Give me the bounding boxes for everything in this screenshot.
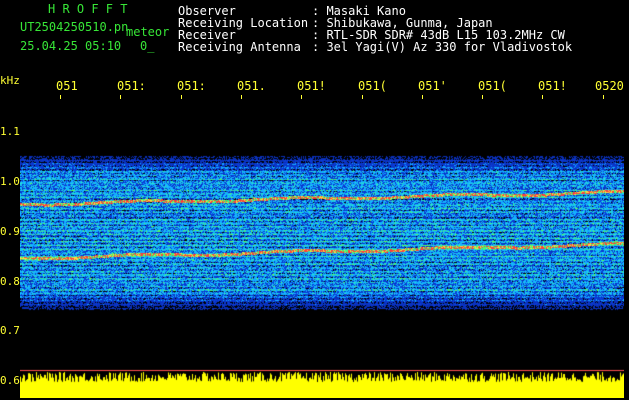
antenna-label: Receiving Antenna <box>178 40 301 54</box>
y-axis-unit: kHz <box>0 74 20 87</box>
filename-text: UT2504250510.pn <box>20 20 129 34</box>
x-tick-label: 051' <box>418 79 447 93</box>
x-tick-mark <box>361 95 363 99</box>
x-tick-label: 0520 <box>595 79 624 93</box>
logo-text: H R O F F T <box>48 2 128 16</box>
x-tick-mark <box>301 95 303 99</box>
extra-text: 0_ <box>140 39 155 53</box>
x-tick-mark <box>542 95 544 99</box>
datetime-text: 25.04.25 05:10 <box>20 39 122 53</box>
y-tick-label: 0.7 <box>0 324 20 337</box>
antenna-value: : 3el Yagi(V) Az 330 for Vladivostok <box>312 40 573 54</box>
x-tick-mark <box>180 95 182 99</box>
y-tick-label: 1.0 <box>0 175 20 188</box>
x-tick-label: 051! <box>538 79 567 93</box>
x-tick-label: 051: <box>117 79 146 93</box>
x-tick-label: 051. <box>237 79 266 93</box>
y-tick-label: 0.8 <box>0 275 20 288</box>
x-tick-mark <box>482 95 484 99</box>
x-tick-label: 051( <box>358 79 387 93</box>
meteor-label: meteor <box>126 25 170 39</box>
y-tick-label: 1.1 <box>0 125 20 138</box>
x-tick-label: 051 <box>56 79 78 93</box>
x-tick-mark <box>120 95 122 99</box>
x-tick-mark <box>602 95 604 99</box>
x-tick-label: 051: <box>177 79 206 93</box>
spectrogram <box>20 100 624 398</box>
y-tick-label: 0.6 <box>0 374 20 387</box>
x-tick-mark <box>60 95 61 99</box>
x-tick-label: 051( <box>478 79 507 93</box>
x-tick-mark <box>240 95 242 99</box>
y-tick-label: 0.9 <box>0 225 20 238</box>
x-tick-mark <box>421 95 423 99</box>
hrofft-window: H R O F F T UT2504250510.pn meteor 25.04… <box>0 0 629 400</box>
x-tick-label: 051! <box>297 79 326 93</box>
